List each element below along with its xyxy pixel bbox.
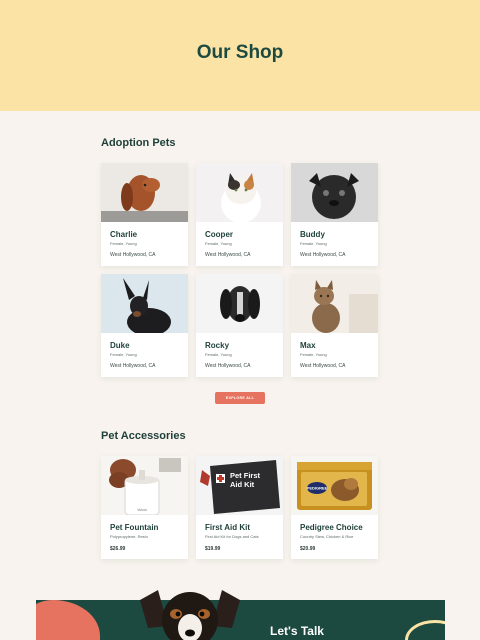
pet-photo-charlie bbox=[101, 163, 188, 222]
product-price: $20.99 bbox=[300, 546, 316, 552]
decorative-blob bbox=[36, 600, 100, 640]
pet-location: West Hollywood, CA bbox=[205, 252, 251, 258]
pet-name: Charlie bbox=[110, 230, 138, 239]
accessories-section-title: Pet Accessories bbox=[101, 430, 186, 442]
product-name: Pet Fountain bbox=[110, 523, 159, 532]
pet-photo-cooper bbox=[196, 163, 283, 222]
pet-location: West Hollywood, CA bbox=[110, 252, 156, 258]
pet-photo-buddy bbox=[291, 163, 378, 222]
pet-info: Female, Young bbox=[110, 352, 137, 357]
pedigree-brand-text: PEDIGREE bbox=[307, 486, 328, 491]
pet-info: Female, Young bbox=[300, 241, 327, 246]
pet-card-cooper[interactable]: Cooper Female, Young West Hollywood, CA bbox=[196, 163, 283, 266]
product-price: $19.99 bbox=[205, 546, 221, 552]
pet-name: Rocky bbox=[205, 341, 230, 350]
product-card-pet-fountain[interactable]: Vokos Pet Fountain Polypropylene, Resin … bbox=[101, 456, 188, 559]
hero-banner: Our Shop bbox=[0, 0, 480, 111]
pet-card-max[interactable]: Max Female, Young West Hollywood, CA bbox=[291, 274, 378, 377]
explore-all-button[interactable]: EXPLORE ALL bbox=[215, 392, 265, 404]
product-photo-pet-fountain: Vokos bbox=[101, 456, 188, 515]
pet-card-rocky[interactable]: Rocky Female, Young West Hollywood, CA bbox=[196, 274, 283, 377]
pet-photo-max bbox=[291, 274, 378, 333]
product-card-pedigree-choice[interactable]: PEDIGREE Pedigree Choice Country Stew, C… bbox=[291, 456, 378, 559]
pet-photo-duke bbox=[101, 274, 188, 333]
pet-card-duke[interactable]: Duke Female, Young West Hollywood, CA bbox=[101, 274, 188, 377]
pet-info: Female, Young bbox=[110, 241, 137, 246]
pet-info: Female, Young bbox=[205, 241, 232, 246]
pet-location: West Hollywood, CA bbox=[205, 363, 251, 369]
pet-info: Female, Young bbox=[205, 352, 232, 357]
adoption-section-title: Adoption Pets bbox=[101, 137, 176, 149]
pet-name: Duke bbox=[110, 341, 130, 350]
pet-location: West Hollywood, CA bbox=[300, 363, 346, 369]
product-desc: First Aid Kit for Dogs and Cats bbox=[205, 534, 259, 539]
product-card-first-aid-kit[interactable]: Pet First Aid Kit First Aid Kit First Aid… bbox=[196, 456, 283, 559]
svg-text:Aid Kit: Aid Kit bbox=[230, 480, 255, 489]
pet-photo-rocky bbox=[196, 274, 283, 333]
pet-card-charlie[interactable]: Charlie Female, Young West Hollywood, CA bbox=[101, 163, 188, 266]
fountain-brand-text: Vokos bbox=[137, 508, 147, 512]
pet-name: Max bbox=[300, 341, 316, 350]
decorative-curve bbox=[405, 620, 445, 640]
pet-info: Female, Young bbox=[300, 352, 327, 357]
product-photo-pedigree-choice: PEDIGREE bbox=[291, 456, 378, 515]
product-photo-first-aid-kit: Pet First Aid Kit bbox=[196, 456, 283, 515]
product-desc: Country Stew, Chicken & Rice bbox=[300, 534, 354, 539]
product-price: $26.99 bbox=[110, 546, 126, 552]
product-name: Pedigree Choice bbox=[300, 523, 363, 532]
pet-location: West Hollywood, CA bbox=[110, 363, 156, 369]
page-title: Our Shop bbox=[196, 42, 284, 63]
dog-head-illustration bbox=[140, 590, 240, 640]
pet-card-buddy[interactable]: Buddy Female, Young West Hollywood, CA bbox=[291, 163, 378, 266]
pet-name: Buddy bbox=[300, 230, 325, 239]
svg-text:Pet First: Pet First bbox=[230, 471, 261, 480]
pet-location: West Hollywood, CA bbox=[300, 252, 346, 258]
lets-talk-heading: Let's Talk bbox=[270, 624, 324, 638]
pet-name: Cooper bbox=[205, 230, 233, 239]
product-name: First Aid Kit bbox=[205, 523, 251, 532]
product-desc: Polypropylene, Resin bbox=[110, 534, 148, 539]
